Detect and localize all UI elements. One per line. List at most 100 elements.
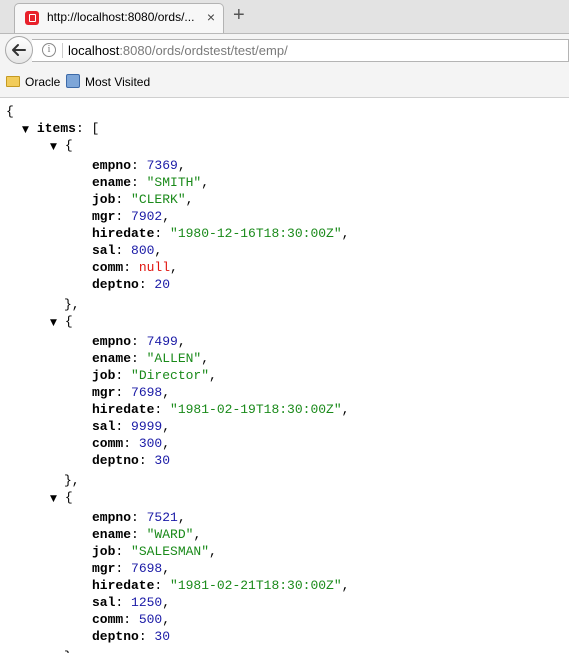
items-key: items <box>36 121 76 136</box>
tab-title: http://localhost:8080/ords/... <box>47 10 195 24</box>
field-key: mgr <box>92 209 116 224</box>
field-row: job: "CLERK", <box>92 192 194 207</box>
field-key: sal <box>92 243 116 258</box>
field-row: hiredate: "1981-02-21T18:30:00Z", <box>92 578 350 593</box>
navigation-bar: i localhost:8080/ords/ordstest/test/emp/ <box>0 34 569 68</box>
field-row: job: "SALESMAN", <box>92 544 217 559</box>
url-text[interactable]: localhost:8080/ords/ordstest/test/emp/ <box>68 43 288 58</box>
new-tab-button[interactable]: + <box>233 4 245 26</box>
field-value: "WARD" <box>146 527 194 542</box>
field-key: mgr <box>92 561 116 576</box>
bookmark-oracle[interactable]: Oracle <box>25 75 60 89</box>
field-key: ename <box>92 175 132 190</box>
record-close: }, <box>64 648 80 653</box>
field-key: deptno <box>92 277 139 292</box>
field-row: empno: 7521, <box>92 510 186 525</box>
field-row: comm: 300, <box>92 436 171 451</box>
field-key: empno <box>92 158 132 173</box>
url-separator <box>62 43 63 58</box>
field-key: hiredate <box>92 402 155 417</box>
field-value: 30 <box>154 629 171 644</box>
items-row: ▼ items: [ <box>22 121 100 136</box>
field-key: hiredate <box>92 578 155 593</box>
field-row: deptno: 30 <box>92 453 171 468</box>
field-value: 20 <box>154 277 171 292</box>
field-key: comm <box>92 436 124 451</box>
field-key: ename <box>92 351 132 366</box>
browser-tab[interactable]: http://localhost:8080/ords/... × <box>14 3 224 33</box>
field-value: "ALLEN" <box>146 351 202 366</box>
field-value: 7698 <box>131 561 163 576</box>
record-close: }, <box>64 297 80 312</box>
record-open: ▼{ <box>50 314 73 329</box>
field-value: "1981-02-19T18:30:00Z" <box>170 402 342 417</box>
bookmarks-toolbar: Oracle Most Visited <box>0 68 569 98</box>
url-path: :8080/ords/ordstest/test/emp/ <box>119 43 288 58</box>
field-value: null <box>138 260 171 275</box>
field-value: "CLERK" <box>131 192 186 207</box>
field-value: "Director" <box>131 368 210 383</box>
close-tab-icon[interactable]: × <box>207 9 215 25</box>
record-open: ▼{ <box>50 138 73 153</box>
field-value: "1981-02-21T18:30:00Z" <box>170 578 342 593</box>
field-key: mgr <box>92 385 116 400</box>
field-value: 7369 <box>146 158 178 173</box>
json-open-brace: { <box>6 104 14 119</box>
field-value: 7902 <box>131 209 163 224</box>
field-value: 9999 <box>131 419 163 434</box>
field-value: 1250 <box>131 595 163 610</box>
field-value: 500 <box>138 612 163 627</box>
field-row: comm: null, <box>92 260 178 275</box>
field-key: deptno <box>92 629 139 644</box>
site-favicon-icon <box>25 11 39 25</box>
field-value: 7499 <box>146 334 178 349</box>
items-open-bracket: [ <box>91 121 100 136</box>
site-info-icon[interactable]: i <box>42 43 56 57</box>
bookmark-most-visited[interactable]: Most Visited <box>85 75 150 89</box>
tab-strip: http://localhost:8080/ords/... × + <box>0 0 569 34</box>
field-key: empno <box>92 510 132 525</box>
field-value: 800 <box>131 243 155 258</box>
field-row: sal: 1250, <box>92 595 171 610</box>
most-visited-icon <box>66 74 80 88</box>
field-row: mgr: 7698, <box>92 385 171 400</box>
field-key: deptno <box>92 453 139 468</box>
field-key: comm <box>92 612 124 627</box>
field-key: hiredate <box>92 226 155 241</box>
field-row: mgr: 7902, <box>92 209 171 224</box>
expand-triangle-icon[interactable]: ▼ <box>50 494 57 504</box>
expand-triangle-icon[interactable]: ▼ <box>22 125 29 135</box>
field-key: sal <box>92 419 116 434</box>
field-value: 7521 <box>146 510 178 525</box>
field-value: "1980-12-16T18:30:00Z" <box>170 226 342 241</box>
field-row: deptno: 30 <box>92 629 171 644</box>
field-value: "SMITH" <box>146 175 202 190</box>
expand-triangle-icon[interactable]: ▼ <box>50 142 57 152</box>
back-arrow-icon <box>12 44 26 56</box>
field-row: sal: 9999, <box>92 419 171 434</box>
field-key: job <box>92 544 116 559</box>
expand-triangle-icon[interactable]: ▼ <box>50 318 57 328</box>
field-row: deptno: 20 <box>92 277 171 292</box>
field-row: mgr: 7698, <box>92 561 171 576</box>
field-row: comm: 500, <box>92 612 171 627</box>
field-row: hiredate: "1980-12-16T18:30:00Z", <box>92 226 350 241</box>
field-value: 7698 <box>131 385 163 400</box>
address-bar[interactable]: i localhost:8080/ords/ordstest/test/emp/ <box>32 39 569 62</box>
url-host: localhost <box>68 43 120 58</box>
field-row: sal: 800, <box>92 243 163 258</box>
field-row: ename: "ALLEN", <box>92 351 210 366</box>
field-row: empno: 7369, <box>92 158 186 173</box>
field-value: 300 <box>138 436 163 451</box>
field-row: empno: 7499, <box>92 334 186 349</box>
folder-icon <box>6 76 20 87</box>
field-key: job <box>92 368 116 383</box>
field-key: job <box>92 192 116 207</box>
field-key: sal <box>92 595 116 610</box>
field-row: job: "Director", <box>92 368 217 383</box>
back-button[interactable] <box>5 36 33 64</box>
record-open: ▼{ <box>50 490 73 505</box>
record-close: }, <box>64 473 80 488</box>
json-viewer: { ▼ items: [ ▼{empno: 7369, ename: "SMITH"… <box>0 98 569 653</box>
field-key: ename <box>92 527 132 542</box>
